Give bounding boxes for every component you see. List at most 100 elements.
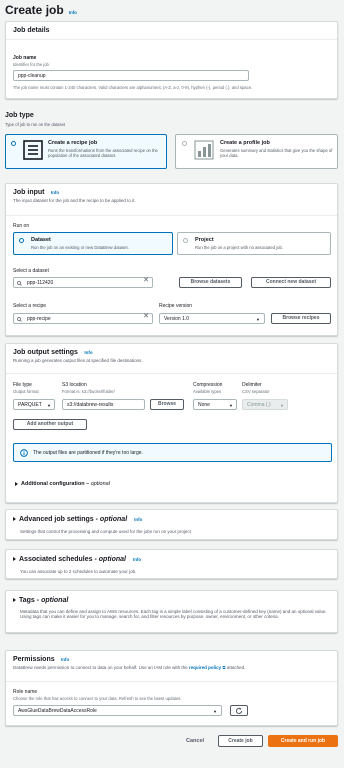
- permissions-desc: DataBrew needs permission to connect to …: [13, 665, 330, 670]
- dataset-radio[interactable]: [19, 238, 24, 243]
- schedules-panel[interactable]: Associated schedules - optional Info You…: [5, 549, 338, 579]
- s3-browse-button[interactable]: Browse: [150, 399, 184, 410]
- run-on-label: Run on: [13, 223, 30, 229]
- tags-panel[interactable]: Tags - optional Metadata that you can de…: [5, 590, 338, 633]
- page-header: Create job Info: [5, 3, 77, 17]
- recipe-version-value: Version 1.0: [164, 316, 190, 322]
- compression-label: Compression: [193, 382, 223, 388]
- job-input-panel: Job input Info The input dataset for the…: [5, 183, 338, 336]
- advanced-info-link[interactable]: Info: [134, 517, 142, 522]
- project-tile[interactable]: Project Run the job on a project with no…: [177, 232, 331, 255]
- optional-text: optional: [41, 597, 69, 604]
- profile-job-radio[interactable]: [182, 141, 187, 146]
- connect-new-dataset-button[interactable]: Connect new dataset: [251, 277, 331, 288]
- caret-down-icon: ▼: [256, 317, 260, 322]
- recipe-value: ppp-recipe: [27, 316, 51, 322]
- tags-expander[interactable]: Tags - optional: [13, 597, 68, 604]
- compression-value: None: [198, 402, 210, 408]
- add-another-output-button[interactable]: Add another output: [13, 419, 87, 430]
- select-dataset-label: Select a dataset: [13, 268, 49, 274]
- caret-right-icon: [13, 598, 16, 603]
- cancel-button[interactable]: Cancel: [186, 738, 204, 744]
- caret-right-icon: [13, 557, 16, 562]
- page-title: Create job: [5, 3, 64, 17]
- s3-location-input[interactable]: s3://databrew-results: [62, 399, 145, 410]
- compression-select[interactable]: None ▼: [193, 399, 237, 410]
- recipe-search-input[interactable]: ppp-recipe ✕: [13, 313, 153, 324]
- tags-desc: Metadata that you can define and assign …: [20, 609, 327, 620]
- delimiter-value: Comma (,): [247, 402, 271, 408]
- clear-icon[interactable]: ✕: [143, 277, 149, 284]
- recipe-version-select[interactable]: Version 1.0 ▼: [159, 313, 265, 324]
- required-policy-link[interactable]: required policy: [189, 665, 221, 670]
- file-type-label: File type: [13, 382, 32, 388]
- file-type-select[interactable]: PARQUET ▼: [13, 399, 55, 410]
- create-and-run-job-button[interactable]: Create and run job: [268, 735, 338, 747]
- profile-job-tile[interactable]: Create a profile job Generates summary a…: [175, 134, 338, 169]
- job-input-info-link[interactable]: Info: [51, 190, 59, 195]
- job-name-hint: The job name must contain 1-240 characte…: [13, 85, 253, 90]
- role-name-label: Role name: [13, 689, 38, 695]
- permissions-info-link[interactable]: Info: [61, 657, 69, 662]
- recipe-job-title: Create a recipe job: [48, 140, 98, 146]
- profile-chart-icon: [194, 140, 214, 160]
- browse-datasets-button[interactable]: Browse datasets: [179, 277, 242, 288]
- job-name-desc: Identifier for the job: [13, 62, 49, 67]
- file-type-desc: Output format: [13, 389, 39, 394]
- role-name-desc: Choose the role that has access to conne…: [13, 696, 182, 701]
- recipe-job-tile[interactable]: Create a recipe job Runs the transformat…: [5, 134, 167, 169]
- schedules-title: Associated schedules: [19, 556, 93, 563]
- job-type-heading: Job type: [5, 112, 34, 119]
- profile-job-title: Create a profile job: [220, 140, 270, 146]
- create-job-button[interactable]: Create job: [218, 735, 263, 747]
- clear-icon[interactable]: ✕: [143, 313, 149, 320]
- caret-down-icon: ▼: [47, 403, 51, 408]
- job-details-title: Job details: [13, 27, 50, 34]
- info-link[interactable]: Info: [69, 10, 77, 15]
- partition-alert: The output files are partitioned if they…: [13, 443, 332, 462]
- caret-down-icon: ▼: [213, 709, 217, 714]
- advanced-desc: Settings that control the processing and…: [20, 529, 191, 534]
- dataset-tile-title: Dataset: [31, 237, 51, 243]
- optional-text: optional: [99, 516, 128, 523]
- schedules-expander[interactable]: Associated schedules - optional Info: [13, 556, 141, 563]
- dataset-tile-desc: Run the job on an existing or new DataBr…: [31, 245, 129, 250]
- project-tile-desc: Run the job on a project with no associa…: [195, 245, 283, 250]
- project-radio[interactable]: [183, 238, 188, 243]
- delimiter-desc: CSV separator: [242, 389, 270, 394]
- browse-recipes-button[interactable]: Browse recipes: [271, 313, 331, 324]
- caret-right-icon: [13, 517, 16, 522]
- schedules-desc: You can associate up to 2 schedules to a…: [20, 569, 137, 574]
- info-circle-icon: [20, 449, 28, 457]
- profile-job-desc: Generates summary and statistics that gi…: [220, 148, 333, 158]
- refresh-button[interactable]: [230, 705, 248, 716]
- permissions-desc-text: DataBrew needs permission to connect to …: [13, 665, 188, 670]
- divider: [6, 215, 337, 216]
- delimiter-select[interactable]: Comma (,) ▼: [242, 399, 288, 410]
- delimiter-label: Delimiter: [242, 382, 262, 388]
- dataset-search-input[interactable]: ppp-112420 ✕: [13, 277, 153, 288]
- advanced-title: Advanced job settings: [19, 516, 94, 523]
- job-input-header: Job input Info The input dataset for the…: [6, 184, 337, 208]
- additional-config-expander[interactable]: Additional configuration – optional: [15, 481, 110, 487]
- output-info-link[interactable]: Info: [84, 350, 92, 355]
- recipe-job-desc: Runs the transformations from the associ…: [48, 148, 158, 158]
- optional-text: optional: [90, 481, 110, 487]
- job-name-label: Job name: [13, 55, 37, 61]
- refresh-icon: [235, 707, 243, 715]
- optional-text: optional: [98, 556, 126, 563]
- job-output-panel: Job output settings Info Running a job g…: [5, 343, 338, 503]
- caret-down-icon: ▼: [280, 403, 284, 408]
- job-name-input[interactable]: ppp-cleanup: [13, 70, 249, 81]
- job-details-panel: Job details Job name Identifier for the …: [5, 21, 338, 99]
- advanced-settings-panel[interactable]: Advanced job settings - optional Info Se…: [5, 509, 338, 540]
- role-name-value: AwsGlueDataBrewDataAccessRole: [18, 708, 97, 714]
- select-recipe-label: Select a recipe: [13, 303, 47, 309]
- dataset-tile[interactable]: Dataset Run the job on an existing or ne…: [13, 232, 173, 255]
- role-name-select[interactable]: AwsGlueDataBrewDataAccessRole ▼: [13, 705, 222, 716]
- schedules-info-link[interactable]: Info: [133, 557, 141, 562]
- dataset-value: ppp-112420: [27, 280, 54, 286]
- recipe-job-radio[interactable]: [11, 141, 16, 146]
- job-input-title: Job input: [13, 189, 45, 196]
- advanced-settings-expander[interactable]: Advanced job settings - optional Info: [13, 516, 142, 523]
